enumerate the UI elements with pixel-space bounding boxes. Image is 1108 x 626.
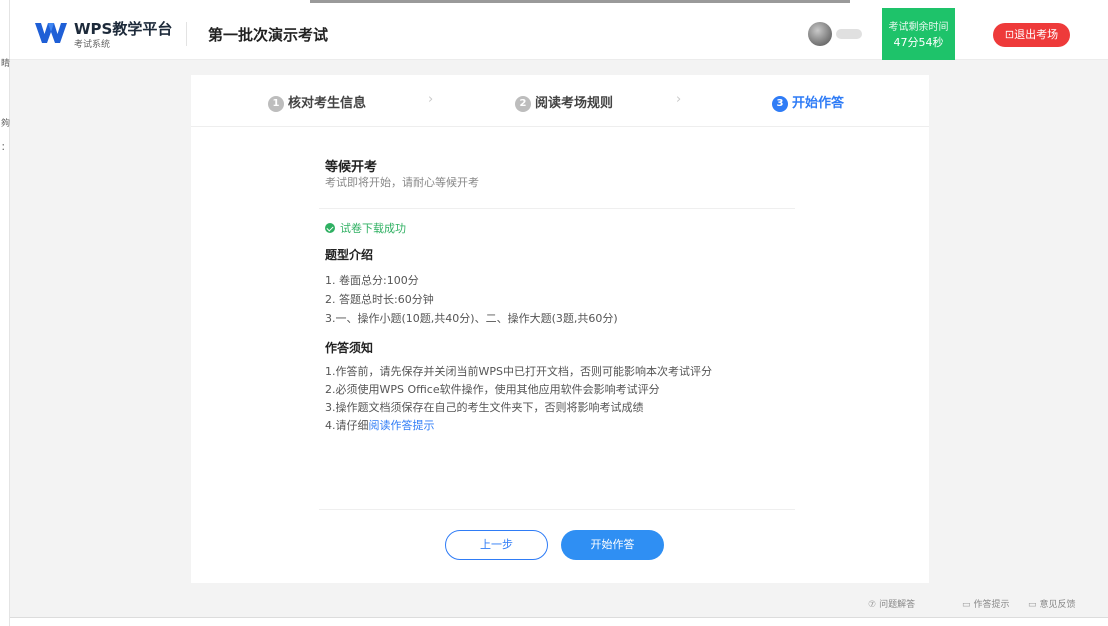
avatar[interactable] [808,22,832,46]
notice-item: 1.作答前，请先保存并关闭当前WPS中已打开文档，否则可能影响本次考试评分 [325,365,712,378]
notice-item: 3.操作题文档须保存在自己的考生文件夹下，否则将影响考试成绩 [325,401,644,414]
step-chevron-icon: › [676,92,682,107]
logo-title: WPS教学平台 [74,20,173,38]
question-types-title: 题型介绍 [325,248,374,262]
wait-subtitle: 考试即将开始，请耐心等候开考 [325,176,479,189]
download-status: 试卷下载成功 [325,220,406,236]
left-strip-char: 夠 [1,119,11,129]
monitor-icon: ▭ [962,600,971,610]
left-window-strip: 睛 夠 ：! [0,0,14,626]
footer-help-link[interactable]: ⑦ 问题解答 [868,597,915,610]
logo-subtitle: 考试系统 [74,40,111,50]
answer-tips-link[interactable]: 阅读作答提示 [369,419,435,432]
step-start-answering: 3 开始作答 [772,92,844,112]
username-blurred [836,29,862,39]
step-label: 阅读考场规则 [535,96,614,111]
header: WPS教学平台 考试系统 第一批次演示考试 考试剩余时间 47分54秒 ⊡退出考… [10,8,1108,60]
footer-tips-link[interactable]: ▭ 作答提示 [962,597,1010,610]
step-number: 3 [772,96,788,112]
start-answering-button[interactable]: 开始作答 [561,530,664,560]
step-label: 开始作答 [792,96,845,111]
step-read-rules: 2 阅读考场规则 [515,92,613,112]
exam-title: 第一批次演示考试 [208,26,329,44]
check-circle-icon [325,223,335,233]
notice-item: 4.请仔细阅读作答提示 [325,417,435,433]
remaining-time-panel: 考试剩余时间 47分54秒 [882,8,955,60]
header-divider [186,22,187,46]
message-icon: ▭ [1028,600,1037,610]
exam-app: WPS教学平台 考试系统 第一批次演示考试 考试剩余时间 47分54秒 ⊡退出考… [10,8,1108,618]
answer-notice-title: 作答须知 [325,341,374,355]
step-number: 2 [515,96,531,112]
download-status-text: 试卷下载成功 [340,222,406,235]
step-label: 核对考生信息 [288,96,367,111]
left-strip-char: 睛 [1,59,11,69]
exam-panel: 1 核对考生信息 › 2 阅读考场规则 › 3 开始作答 等候开考 考试即将开始，请耐… [191,75,929,583]
footer-link-label: 作答提示 [973,600,1010,610]
step-number: 1 [268,96,284,112]
timer-label: 考试剩余时间 [888,22,949,33]
previous-step-button[interactable]: 上一步 [445,530,548,560]
wps-logo-icon [35,23,67,43]
notice-item: 2.必须使用WPS Office软件操作，使用其他应用软件会影响考试评分 [325,383,660,396]
question-type-item: 1. 卷面总分:100分 [325,274,419,287]
footer-link-label: 意见反馈 [1039,600,1076,610]
wait-title: 等候开考 [325,160,378,175]
exit-exam-button[interactable]: ⊡退出考场 [993,23,1070,47]
divider [319,208,795,209]
question-icon: ⑦ [868,600,877,610]
top-loading-bar [310,0,850,3]
notice-item-prefix: 4.请仔细 [325,419,369,432]
question-type-item: 2. 答题总时长:60分钟 [325,293,434,306]
step-verify-info: 1 核对考生信息 [268,92,366,112]
footer-link-label: 问题解答 [879,600,916,610]
logo: WPS教学平台 考试系统 [34,18,174,52]
step-indicator: 1 核对考生信息 › 2 阅读考场规则 › 3 开始作答 [191,75,929,127]
step-chevron-icon: › [428,92,434,107]
question-type-item: 3.一、操作小题(10题,共40分)、二、操作大题(3题,共60分) [325,312,618,325]
divider [319,509,795,510]
timer-value: 47分54秒 [893,36,944,49]
footer-feedback-link[interactable]: ▭ 意见反馈 [1028,597,1076,610]
